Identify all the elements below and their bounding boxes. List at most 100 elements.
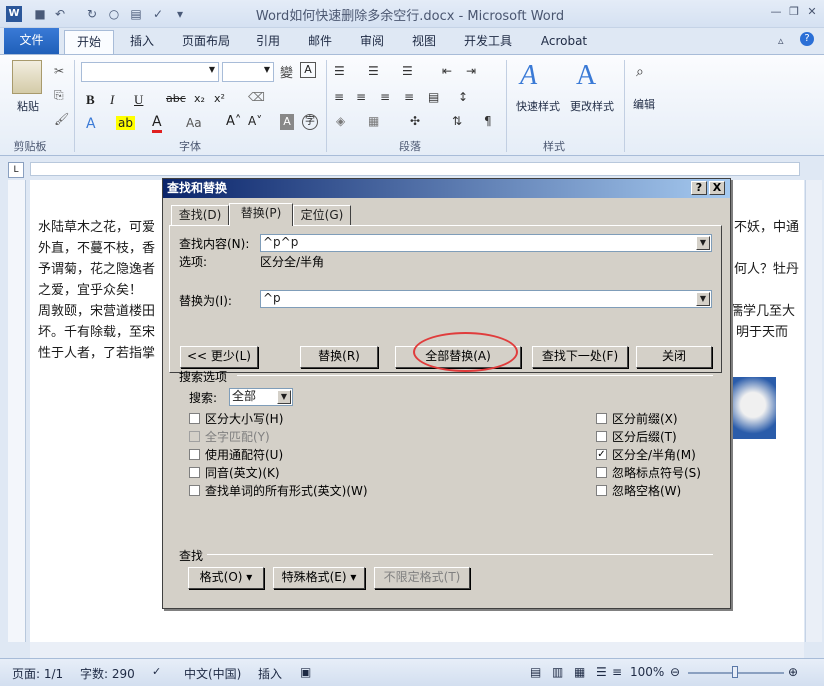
quick-styles-button[interactable]: 快速样式 — [512, 98, 564, 114]
tab-review[interactable]: 审阅 — [354, 30, 390, 54]
sort-icon[interactable]: ⇅ — [452, 114, 462, 128]
horizontal-scrollbar[interactable] — [30, 642, 804, 658]
zoom-in-icon[interactable]: ⊕ — [788, 665, 798, 679]
special-button[interactable]: 特殊格式(E) ▾ — [273, 567, 365, 589]
tab-mailings[interactable]: 邮件 — [302, 30, 338, 54]
image-icon[interactable] — [730, 377, 776, 439]
tab-view[interactable]: 视图 — [406, 30, 442, 54]
distributed-icon[interactable]: ▤ — [428, 90, 439, 104]
subscript-icon[interactable]: x₂ — [194, 92, 205, 105]
search-select[interactable]: 全部 ▼ — [229, 388, 293, 406]
zoom-out-icon[interactable]: ⊖ — [670, 665, 680, 679]
outline-icon[interactable]: ☰ — [596, 665, 607, 679]
circle-icon[interactable]: ○ — [106, 6, 122, 22]
checkbox[interactable] — [189, 431, 200, 442]
tab-acrobat[interactable]: Acrobat — [534, 30, 594, 54]
tab-insert[interactable]: 插入 — [122, 30, 162, 54]
web-layout-icon[interactable]: ▦ — [574, 665, 585, 679]
chevron-down-icon[interactable]: ▼ — [277, 390, 291, 404]
page-count[interactable]: 页面: 1/1 — [12, 665, 63, 682]
tab-goto[interactable]: 定位(G) — [293, 205, 351, 225]
spell-check-icon[interactable]: ✓ — [150, 6, 166, 22]
chinese-layout-icon[interactable]: ✣ — [410, 114, 420, 128]
tab-replace[interactable]: 替换(P) — [229, 203, 293, 226]
grow-font-icon[interactable]: A˄ — [226, 114, 241, 129]
macro-icon[interactable]: ▣ — [300, 665, 311, 679]
print-preview-icon[interactable]: ▤ — [128, 6, 144, 22]
decrease-indent-icon[interactable]: ⇤ — [442, 64, 452, 78]
paste-icon[interactable] — [12, 60, 42, 94]
less-button[interactable]: << 更少(L) — [180, 346, 258, 368]
line-spacing-icon[interactable]: ↕ — [458, 90, 468, 104]
vertical-scrollbar[interactable] — [805, 180, 822, 642]
checkbox[interactable] — [189, 485, 200, 496]
help-icon[interactable]: ? — [800, 32, 814, 46]
show-marks-icon[interactable]: ¶ — [484, 114, 492, 128]
clear-format-icon[interactable]: ⌫ — [248, 90, 265, 104]
justify-icon[interactable]: ≡ — [404, 90, 414, 104]
quick-styles-icon[interactable]: A — [520, 60, 537, 92]
collapse-ribbon-icon[interactable]: ▵ — [778, 34, 784, 47]
tab-page-layout[interactable]: 页面布局 — [174, 30, 238, 54]
font-color-icon[interactable]: A — [152, 114, 162, 133]
phonetic-guide-icon[interactable]: 變 — [280, 62, 293, 81]
checkbox[interactable] — [596, 485, 607, 496]
find-next-button[interactable]: 查找下一处(F) — [532, 346, 628, 368]
shrink-font-icon[interactable]: A˅ — [248, 114, 262, 128]
italic-icon[interactable]: I — [110, 92, 114, 108]
align-right-icon[interactable]: ≡ — [380, 90, 390, 104]
print-layout-icon[interactable]: ▤ — [530, 665, 541, 679]
minimize-icon[interactable]: — — [768, 5, 784, 19]
draft-icon[interactable]: ≡ — [612, 665, 622, 679]
replace-button[interactable]: 替换(R) — [300, 346, 378, 368]
align-center-icon[interactable]: ≡ — [356, 90, 366, 104]
proofing-icon[interactable]: ✓ — [152, 665, 161, 678]
binoculars-icon[interactable]: ⌕ — [636, 64, 644, 80]
enclose-char-icon[interactable]: 字 — [302, 114, 318, 130]
bullets-icon[interactable]: ☰ — [334, 64, 345, 78]
align-left-icon[interactable]: ≡ — [334, 90, 344, 104]
dialog-help-button[interactable]: ? — [691, 181, 707, 195]
bold-icon[interactable]: B — [86, 92, 95, 108]
edit-button[interactable]: 编辑 — [628, 96, 660, 112]
find-input[interactable]: ^p^p ▼ — [260, 234, 712, 252]
font-size-combo[interactable]: ▼ — [222, 62, 274, 82]
copy-icon[interactable]: ⎘ — [54, 88, 64, 103]
vertical-ruler[interactable] — [8, 180, 26, 642]
checkbox[interactable] — [189, 449, 200, 460]
highlight-icon[interactable]: ab — [116, 116, 135, 130]
numbering-icon[interactable]: ☰ — [368, 64, 379, 78]
zoom-level[interactable]: 100% — [630, 665, 664, 679]
chevron-down-icon[interactable]: ▼ — [696, 292, 710, 306]
tab-find[interactable]: 查找(D) — [171, 205, 229, 225]
close-icon[interactable]: ✕ — [804, 5, 820, 19]
format-button[interactable]: 格式(O) ▾ — [188, 567, 264, 589]
save-icon[interactable]: ■ — [32, 6, 48, 22]
checkbox[interactable] — [189, 413, 200, 424]
language[interactable]: 中文(中国) — [184, 665, 241, 682]
change-case-icon[interactable]: Aa — [186, 116, 202, 130]
horizontal-ruler[interactable] — [30, 162, 800, 176]
text-effects-icon[interactable]: A — [86, 116, 96, 132]
tab-home[interactable]: 开始 — [64, 30, 114, 54]
paste-button[interactable]: 粘贴 — [10, 98, 46, 114]
char-shading-icon[interactable]: A — [280, 114, 294, 130]
word-count[interactable]: 字数: 290 — [80, 665, 135, 682]
char-border-icon[interactable]: A — [300, 62, 316, 78]
repeat-icon[interactable]: ↻ — [84, 6, 100, 22]
checkbox[interactable] — [596, 413, 607, 424]
restore-icon[interactable]: ❐ — [786, 5, 802, 19]
shading-icon[interactable]: ◈ — [336, 114, 345, 128]
format-painter-icon[interactable]: 🖌 — [54, 112, 69, 126]
checkbox[interactable] — [596, 467, 607, 478]
insert-mode[interactable]: 插入 — [258, 665, 282, 682]
cut-icon[interactable]: ✂ — [54, 64, 64, 78]
close-button[interactable]: 关闭 — [636, 346, 712, 368]
increase-indent-icon[interactable]: ⇥ — [466, 64, 476, 78]
zoom-slider-handle[interactable] — [732, 666, 738, 678]
reading-view-icon[interactable]: ▥ — [552, 665, 563, 679]
replace-input[interactable]: ^p ▼ — [260, 290, 712, 308]
checkbox[interactable] — [596, 431, 607, 442]
multilevel-list-icon[interactable]: ☰ — [402, 64, 413, 78]
dialog-close-button[interactable]: X — [709, 181, 725, 195]
